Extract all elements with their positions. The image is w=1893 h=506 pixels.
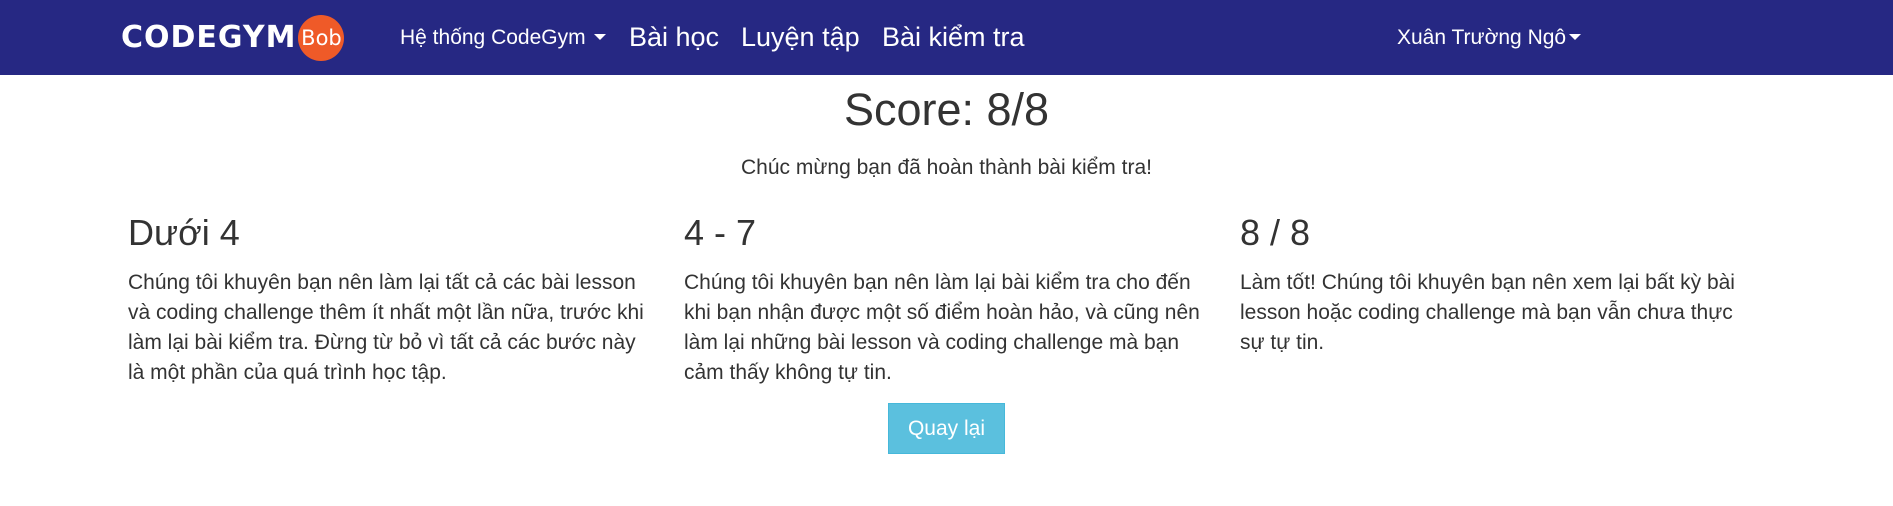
range-title: Dưới 4 (128, 212, 240, 253)
range-card-low: Dưới 4 Chúng tôi khuyên bạn nên làm lại … (128, 210, 648, 388)
congrats-message: Chúc mừng bạn đã hoàn thành bài kiểm tra… (741, 156, 1152, 179)
logo-badge: Bob (298, 15, 345, 61)
range-title: 4 - 7 (684, 212, 757, 253)
codegym-logo[interactable]: CODEGYM Bob (121, 12, 345, 64)
range-title: 8 / 8 (1240, 212, 1311, 253)
user-menu[interactable]: Xuân Trường Ngô (1397, 0, 1582, 75)
nav-lessons[interactable]: Bài học (629, 0, 719, 75)
range-card-perfect: 8 / 8 Làm tốt! Chúng tôi khuyên bạn nên … (1240, 210, 1760, 358)
nav-tests-label: Bài kiểm tra (882, 22, 1025, 52)
nav-practice[interactable]: Luyện tập (741, 0, 860, 75)
top-navbar: CODEGYM Bob Hệ thống CodeGym Bài học Luy… (0, 0, 1893, 75)
score-heading: Score: 8/8 (843, 84, 1050, 135)
chevron-down-icon (1569, 33, 1582, 40)
nav-menu-system-label: Hệ thống CodeGym (400, 26, 586, 49)
nav-practice-label: Luyện tập (741, 22, 860, 52)
back-button[interactable]: Quay lại (888, 403, 1005, 454)
range-advice: Chúng tôi khuyên bạn nên làm lại tất cả … (128, 271, 644, 384)
nav-menu-system[interactable]: Hệ thống CodeGym (400, 0, 606, 75)
logo-text: CODEGYM (121, 20, 297, 55)
nav-lessons-label: Bài học (629, 22, 720, 52)
nav-tests[interactable]: Bài kiểm tra (882, 0, 1025, 75)
range-advice: Chúng tôi khuyên bạn nên làm lại bài kiể… (684, 271, 1200, 384)
range-advice: Làm tốt! Chúng tôi khuyên bạn nên xem lạ… (1240, 271, 1735, 354)
user-name: Xuân Trường Ngô (1397, 26, 1567, 49)
range-card-mid: 4 - 7 Chúng tôi khuyên bạn nên làm lại b… (684, 210, 1204, 388)
chevron-down-icon (593, 33, 606, 40)
